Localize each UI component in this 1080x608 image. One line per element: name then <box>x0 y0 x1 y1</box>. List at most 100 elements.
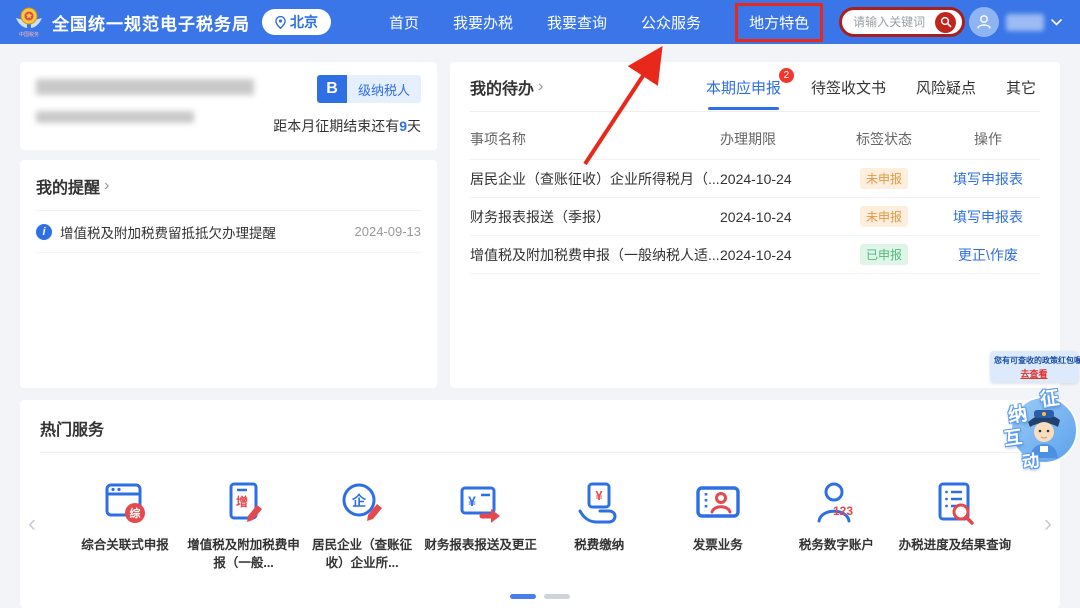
mascot-char-3: 互 <box>1002 423 1023 451</box>
tab-label: 待签收文书 <box>811 80 886 97</box>
mascot-char-1: 征 <box>1038 383 1061 412</box>
column-status: 标签状态 <box>832 129 936 149</box>
todo-action-link[interactable]: 更正\作废 <box>958 247 1018 263</box>
bubble-link[interactable]: 去查看 <box>994 367 1074 380</box>
service-item-tax-payment[interactable]: ¥ 税费缴纳 <box>540 479 658 572</box>
search-button[interactable] <box>935 12 956 33</box>
search-input[interactable] <box>853 15 935 29</box>
service-item-financial-statements[interactable]: ¥ 财务报表报送及更正 <box>422 479 540 572</box>
todos-tabs: 本期应申报 2 待签收文书 风险疑点 其它 <box>706 77 1040 98</box>
digital-account-icon: 123 <box>810 479 862 527</box>
service-list: 综 综合关联式申报 增 增值税及附加税费申报（一般... <box>66 479 1014 572</box>
todo-table-body: 居民企业（查账征收）企业所得税月（... 2024-10-24 未申报 填写申报… <box>470 160 1040 274</box>
nav-item[interactable]: 地方特色 <box>735 3 823 42</box>
location-label: 北京 <box>290 12 318 32</box>
todo-action-link[interactable]: 填写申报表 <box>953 171 1023 187</box>
todo-tab[interactable]: 风险疑点 <box>916 77 976 98</box>
todo-status-cell: 未申报 <box>832 206 936 227</box>
carousel-next-button[interactable]: › <box>1044 512 1052 536</box>
todos-card: 我的待办 › 本期应申报 2 待签收文书 风险疑点 <box>450 62 1060 388</box>
top-bar: 中国税务 全国统一规范电子税务局 北京 首页 我要办税 我要查询 公众服务 地方… <box>0 0 1080 44</box>
service-item-progress-query[interactable]: 办税进度及结果查询 <box>896 479 1014 572</box>
hand-payment-icon: ¥ <box>573 479 625 527</box>
column-name: 事项名称 <box>470 129 720 149</box>
status-badge: 已申报 <box>860 244 908 265</box>
svg-text:综: 综 <box>130 506 141 520</box>
nav-item[interactable]: 我要查询 <box>547 5 607 40</box>
divider <box>40 452 1040 453</box>
filing-deadline-countdown: 距本月征期结束还有9天 <box>273 116 421 136</box>
location-selector[interactable]: 北京 <box>262 9 331 35</box>
table-row: 财务报表报送（季报） 2024-10-24 未申报 填写申报表 <box>470 198 1040 236</box>
reminder-list: i 增值税及附加税费留抵抵欠办理提醒 2024-09-13 <box>36 211 421 253</box>
tab-label: 风险疑点 <box>916 80 976 97</box>
pagination-dot-1[interactable] <box>510 594 536 599</box>
info-icon: i <box>36 224 52 240</box>
reminders-title[interactable]: 我的提醒 › <box>36 174 421 198</box>
chevron-right-icon: › <box>538 78 543 96</box>
todo-deadline: 2024-10-24 <box>720 171 832 187</box>
status-badge: 未申报 <box>860 206 908 227</box>
svg-text:增: 增 <box>236 494 248 509</box>
policy-notification-bubble[interactable]: 您有可查收的政策红包喔! 去查看 <box>990 351 1078 383</box>
todo-deadline: 2024-10-24 <box>720 209 832 225</box>
todo-action-cell: 更正\作废 <box>936 245 1040 265</box>
invoice-ticket-icon <box>692 479 744 527</box>
todo-tab[interactable]: 本期应申报 2 <box>706 77 781 98</box>
bubble-text: 您有可查收的政策红包喔! <box>994 355 1074 366</box>
tab-count-badge: 2 <box>779 68 794 83</box>
service-item-invoice-services[interactable]: 发票业务 <box>659 479 777 572</box>
todo-tab[interactable]: 其它 <box>1006 77 1036 98</box>
todos-title-text: 我的待办 <box>470 75 534 99</box>
todo-action-cell: 填写申报表 <box>936 169 1040 189</box>
todo-action-cell: 填写申报表 <box>936 207 1040 227</box>
service-item-tax-digital-account[interactable]: 123 税务数字账户 <box>777 479 895 572</box>
search-box <box>839 7 965 37</box>
user-menu[interactable] <box>969 7 1062 37</box>
service-item-comprehensive-filing[interactable]: 综 综合关联式申报 <box>66 479 184 572</box>
service-label: 税务数字账户 <box>777 537 895 555</box>
search-icon <box>940 16 952 28</box>
logo-caption: 中国税务 <box>19 33 39 38</box>
nav-item[interactable]: 我要办税 <box>453 5 513 40</box>
carousel-prev-button[interactable]: ‹ <box>28 512 36 536</box>
chevron-right-icon: › <box>104 177 109 195</box>
avatar[interactable] <box>969 7 999 37</box>
nav-item[interactable]: 公众服务 <box>641 5 701 40</box>
nav-item[interactable]: 首页 <box>389 5 419 40</box>
site-title: 全国统一规范电子税务局 <box>52 10 250 35</box>
table-row: 增值税及附加税费申报（一般纳税人适... 2024-10-24 已申报 更正\作… <box>470 236 1040 274</box>
services-title-text: 热门服务 <box>40 416 104 440</box>
browser-window-icon: 综 <box>99 479 151 527</box>
redacted-username <box>1006 14 1044 31</box>
service-item-vat-surcharge-filing[interactable]: 增 增值税及附加税费申报（一般... <box>185 479 303 572</box>
todo-item-name: 财务报表报送（季报） <box>470 207 720 227</box>
document-pencil-icon: 增 <box>218 479 270 527</box>
svg-text:¥: ¥ <box>596 488 604 503</box>
location-pin-icon <box>275 16 286 29</box>
todo-deadline: 2024-10-24 <box>720 247 832 263</box>
progress-search-icon <box>929 479 981 527</box>
service-item-resident-enterprise-income-tax[interactable]: 企 居民企业（查账征收）企业所... <box>303 479 421 572</box>
status-badge: 未申报 <box>860 168 908 189</box>
todo-action-link[interactable]: 填写申报表 <box>953 209 1023 225</box>
chevron-down-icon <box>1051 19 1062 26</box>
reminders-card: 我的提醒 › i 增值税及附加税费留抵抵欠办理提醒 2024-09-13 <box>20 160 437 388</box>
main-nav: 首页 我要办税 我要查询 公众服务 地方特色 <box>389 3 823 42</box>
statement-arrow-icon: ¥ <box>455 479 507 527</box>
deadline-suffix: 天 <box>407 118 421 134</box>
svg-text:¥: ¥ <box>468 493 476 509</box>
tax-bureau-logo: 中国税务 <box>14 6 44 38</box>
grade-letter: B <box>317 75 347 103</box>
interaction-assistant-widget[interactable]: 征 纳 互 动 <box>996 384 1080 472</box>
svg-text:123: 123 <box>833 504 853 518</box>
todo-status-cell: 未申报 <box>832 168 936 189</box>
deadline-prefix: 距本月征期结束还有 <box>273 118 399 134</box>
pagination-dot-2[interactable] <box>544 594 570 599</box>
carousel-pagination <box>20 594 1060 599</box>
credit-grade-badge: B 级纳税人 <box>317 75 421 103</box>
tab-label: 本期应申报 <box>706 80 781 97</box>
todos-title[interactable]: 我的待办 › <box>470 75 543 99</box>
reminder-item[interactable]: i 增值税及附加税费留抵抵欠办理提醒 2024-09-13 <box>36 211 421 253</box>
todo-tab[interactable]: 待签收文书 <box>811 77 886 98</box>
